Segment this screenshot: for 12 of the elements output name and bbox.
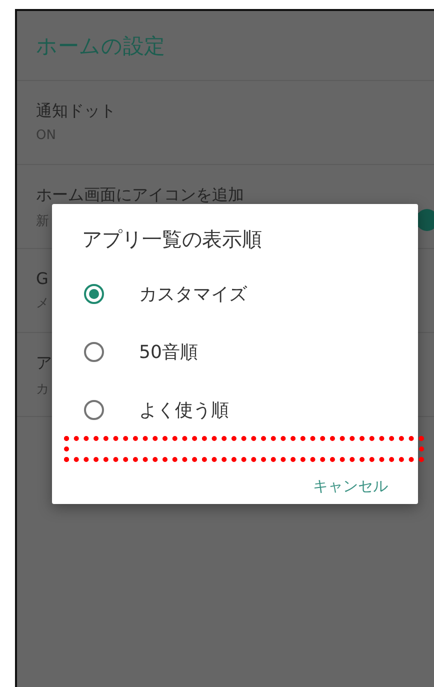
option-label[interactable]: 50音順 — [139, 340, 198, 364]
radio-button[interactable] — [83, 399, 105, 421]
radio-button[interactable] — [83, 283, 105, 305]
setting-title: G — [36, 269, 48, 288]
setting-title: ホーム画面にアイコンを追加 — [36, 185, 244, 206]
screen-title: ホームの設定 — [36, 32, 165, 60]
setting-title: 通知ドット — [36, 101, 116, 122]
option-label[interactable]: カスタマイズ — [139, 282, 247, 306]
dialog-title: アプリ一覧の表示順 — [82, 226, 262, 253]
option-label[interactable]: よく使う順 — [139, 398, 229, 422]
radio-button[interactable] — [83, 341, 105, 363]
setting-title: ア — [36, 353, 52, 374]
